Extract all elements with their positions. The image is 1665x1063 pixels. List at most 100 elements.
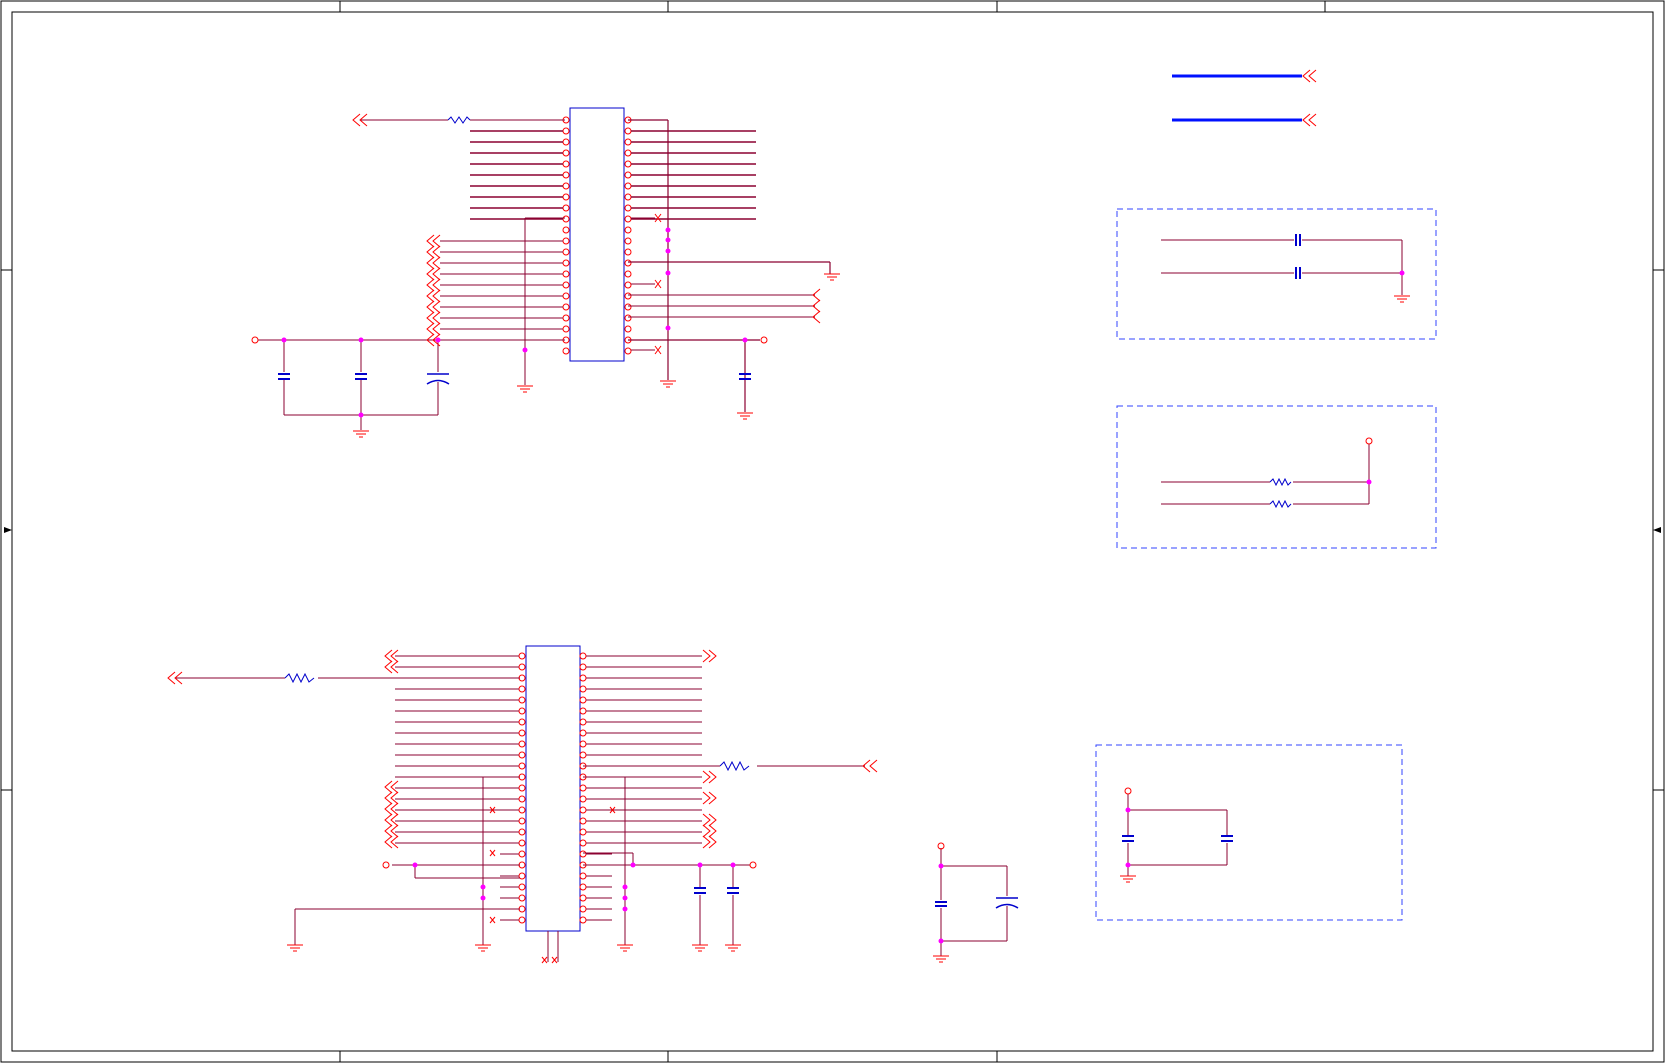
pin-circle — [624, 160, 632, 168]
junction-dot — [665, 270, 671, 276]
no-connect-icon — [654, 213, 662, 223]
pin-circle — [624, 171, 632, 179]
pin-circle — [624, 270, 632, 278]
lower-left-offpage — [384, 649, 399, 849]
no-connect-icon — [654, 279, 662, 289]
lower-connector-body — [525, 645, 581, 932]
ground-symbols — [287, 273, 1410, 963]
bus-lines — [1172, 69, 1317, 127]
pin-circle — [624, 193, 632, 201]
pin-circle — [562, 292, 570, 300]
pin-circle — [518, 663, 526, 671]
pin-circle — [518, 784, 526, 792]
junction-dot — [480, 884, 486, 890]
offpage-connector-icon — [384, 835, 399, 849]
no-connect-icon — [551, 956, 558, 964]
junction-dot — [622, 884, 628, 890]
ground-icon — [353, 430, 369, 438]
pin-circle — [562, 193, 570, 201]
no-connect-icon — [489, 849, 496, 857]
offpage-connector-icon — [862, 759, 878, 773]
pin-circle — [624, 149, 632, 157]
junction-dot — [358, 337, 364, 343]
pin-circle — [624, 292, 632, 300]
junction-dot — [1399, 270, 1405, 276]
junction-dot — [665, 227, 671, 233]
offpage-connector-icon — [384, 780, 399, 794]
pin-circle — [562, 226, 570, 234]
upper-connector-pins — [440, 116, 756, 355]
pin-circle — [579, 872, 587, 880]
pin-circle — [579, 839, 587, 847]
offpage-connector-icon — [384, 824, 399, 838]
junction-dot — [622, 895, 628, 901]
pull-up-wires — [1161, 444, 1370, 505]
decoupling-cap-group-box — [1095, 744, 1403, 921]
pin-circle — [579, 806, 587, 814]
pin-circle — [624, 303, 632, 311]
upper-connector-body — [569, 107, 625, 362]
decoupling-wires — [1127, 794, 1228, 876]
pin-circle — [579, 663, 587, 671]
pin-circle — [624, 259, 632, 267]
junction-dot — [730, 862, 736, 868]
pin-circle — [562, 248, 570, 256]
pin-circle — [562, 237, 570, 245]
pin-circle — [579, 828, 587, 836]
offpage-connector-icon — [702, 813, 717, 827]
ground-icon — [725, 944, 741, 952]
pin-circle — [579, 894, 587, 902]
junction-dot — [281, 337, 287, 343]
junction-dot — [1125, 862, 1131, 868]
pin-circle — [518, 707, 526, 715]
offpage-connector-icon — [426, 234, 441, 248]
ground-icon — [1394, 295, 1410, 303]
pin-circle — [518, 729, 526, 737]
junction-dot — [665, 248, 671, 254]
pin-circle — [579, 718, 587, 726]
offpage-connector-icon — [384, 802, 399, 816]
pin-circle — [562, 259, 570, 267]
offpage-connector-icon — [702, 770, 717, 784]
ac-coupling-group-box — [1116, 208, 1437, 340]
pin-circle — [518, 817, 526, 825]
pin-circle — [518, 718, 526, 726]
offpage-connector-icon — [426, 322, 441, 336]
pin-circle — [518, 828, 526, 836]
junction-dot — [665, 325, 671, 331]
pin-circle — [579, 883, 587, 891]
upper-right-offpage — [628, 288, 821, 324]
junction-dot — [358, 412, 364, 418]
ground-icon — [692, 944, 708, 952]
pin-circle — [624, 237, 632, 245]
pin-circle — [562, 325, 570, 333]
pull-up-resistors — [1269, 477, 1292, 509]
pin-circle — [579, 652, 587, 660]
no-connect-icon — [489, 916, 496, 924]
pin-circle — [518, 806, 526, 814]
pin-circle — [562, 182, 570, 190]
ground-icon — [517, 385, 533, 393]
pin-circle — [518, 740, 526, 748]
pin-circle — [624, 127, 632, 135]
pin-circle — [518, 916, 526, 924]
offpage-connector-icon — [702, 835, 717, 849]
pin-circle — [579, 916, 587, 924]
ground-icon — [287, 944, 303, 952]
pin-circle — [579, 817, 587, 825]
lower-right-offpage — [702, 649, 717, 849]
junction-dot — [697, 862, 703, 868]
pin-circle — [624, 138, 632, 146]
offpage-connector-icon — [702, 649, 717, 663]
pin-circle — [562, 149, 570, 157]
bulk-caps — [935, 897, 1019, 909]
pin-circle — [518, 652, 526, 660]
pin-circle — [518, 762, 526, 770]
pin-circle — [562, 314, 570, 322]
offpage-connector-icon — [426, 256, 441, 270]
pin-circle — [562, 281, 570, 289]
pin-circle — [518, 696, 526, 704]
power-port-icon — [760, 336, 768, 344]
offpage-connector-icon — [384, 813, 399, 827]
pin-circle — [579, 696, 587, 704]
